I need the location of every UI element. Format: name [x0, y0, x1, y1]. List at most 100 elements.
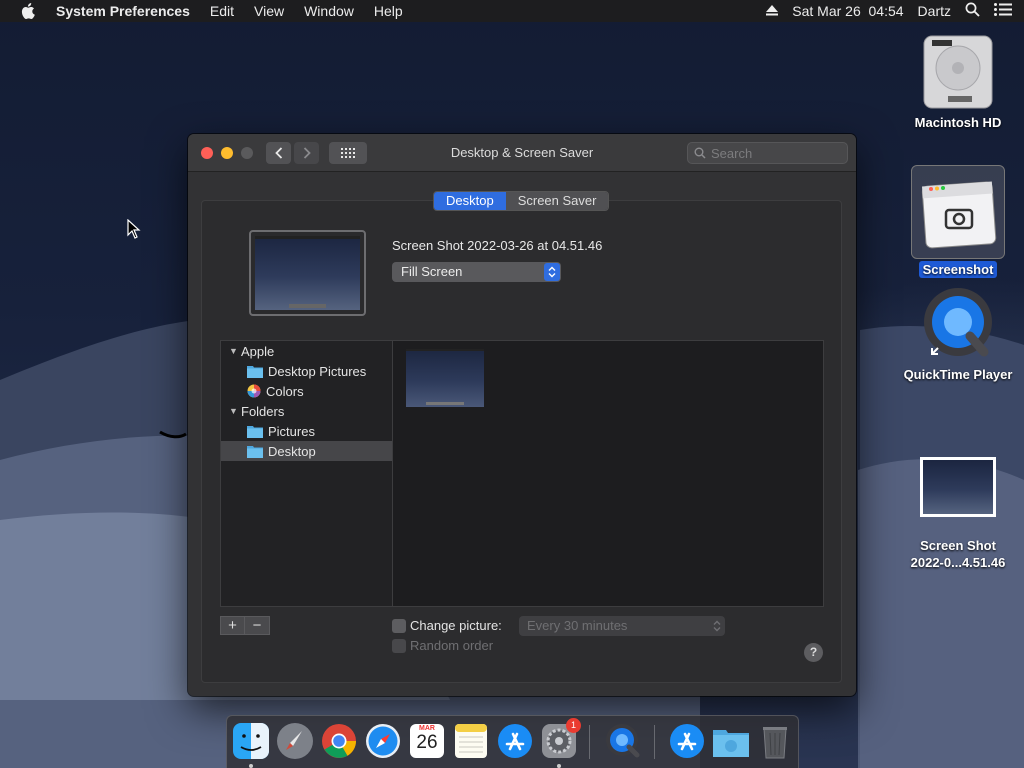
screenshot-icon-selection [911, 165, 1005, 259]
disclosure-triangle-icon[interactable]: ▼ [229, 346, 239, 356]
random-order-checkbox[interactable] [392, 639, 406, 653]
sidebar-item-desktop[interactable]: Desktop [221, 441, 392, 461]
running-indicator [557, 764, 561, 768]
folder-add-remove-buttons: + − [220, 616, 270, 636]
change-picture-checkbox[interactable] [392, 619, 406, 633]
color-wheel-icon [247, 384, 261, 398]
help-button[interactable]: ? [804, 643, 823, 662]
menu-edit[interactable]: Edit [200, 0, 244, 22]
chevron-left-icon [274, 147, 282, 159]
change-interval-popup[interactable]: Every 30 minutes [519, 616, 725, 636]
hard-drive-icon [923, 35, 993, 109]
desktop-icon-label-selected: Screenshot [918, 261, 998, 278]
window-titlebar[interactable]: Desktop & Screen Saver Search [188, 134, 856, 172]
dock-quicktime-icon[interactable] [604, 722, 642, 760]
forward-button[interactable] [294, 142, 319, 164]
search-placeholder: Search [711, 145, 753, 161]
tab-desktop[interactable]: Desktop [434, 192, 506, 210]
tab-segmented-control: Desktop Screen Saver [433, 191, 610, 211]
search-field[interactable]: Search [687, 142, 848, 164]
desktop-icon-label-line2: 2022-0...4.51.46 [910, 555, 1006, 570]
dock-safari-icon[interactable] [364, 722, 402, 760]
spotlight-search-icon[interactable] [965, 2, 980, 20]
system-preferences-window: Desktop & Screen Saver Search Desktop Sc… [188, 134, 856, 696]
fit-mode-value: Fill Screen [401, 264, 463, 279]
dock-downloads-folder-icon[interactable] [712, 722, 750, 760]
chevron-right-icon [303, 147, 311, 159]
sidebar-item-colors[interactable]: Colors [221, 381, 392, 401]
dock-separator [654, 725, 655, 759]
add-folder-button[interactable]: + [220, 616, 245, 635]
picture-grid [392, 340, 824, 607]
sidebar-item-pictures[interactable]: Pictures [221, 421, 392, 441]
calendar-day: 26 [416, 732, 438, 753]
chevron-updown-icon [544, 263, 560, 281]
dock-chrome-icon[interactable] [320, 722, 358, 760]
menubar-user[interactable]: Dartz [918, 3, 951, 19]
sidebar-group-folders[interactable]: ▼ Folders [221, 401, 392, 421]
folder-icon [247, 445, 263, 458]
notification-center-icon[interactable] [994, 3, 1012, 19]
desktop-icon-screenshot[interactable]: Screenshot [903, 165, 1013, 278]
random-order-label: Random order [410, 638, 494, 653]
picture-name: Screen Shot 2022-03-26 at 04.51.46 [392, 238, 603, 253]
disclosure-triangle-icon[interactable]: ▼ [229, 406, 239, 416]
dock-app-store-icon[interactable] [496, 722, 534, 760]
dock-notes-icon[interactable] [452, 722, 490, 760]
folder-icon [247, 365, 263, 378]
show-all-button[interactable] [329, 142, 367, 164]
sidebar-item-label: Desktop Pictures [268, 363, 367, 379]
fit-mode-popup[interactable]: Fill Screen [392, 262, 561, 282]
search-icon [694, 147, 706, 159]
menu-bar: System Preferences Edit View Window Help… [0, 0, 1024, 22]
grid-icon [341, 148, 355, 158]
remove-folder-button[interactable]: − [245, 616, 270, 635]
folder-icon [247, 425, 263, 438]
desktop-icon-label: QuickTime Player [903, 367, 1013, 382]
sidebar-item-label: Pictures [268, 423, 315, 439]
screenshot-camera-icon [921, 181, 997, 249]
desktop-icon-label: Macintosh HD [914, 115, 1002, 130]
sidebar-group-apple[interactable]: ▼ Apple [221, 341, 392, 361]
dock-applications-folder-icon[interactable] [668, 722, 706, 760]
desktop-icon-screenshot-file[interactable]: Screen Shot 2022-0...4.51.46 [903, 457, 1013, 571]
dock-calendar-icon[interactable]: MAR 26 [408, 722, 446, 760]
desktop-icon-macintosh-hd[interactable]: Macintosh HD [903, 30, 1013, 131]
chevron-updown-icon [713, 620, 721, 632]
desktop-icon-quicktime[interactable]: QuickTime Player [903, 284, 1013, 383]
menu-view[interactable]: View [244, 0, 294, 22]
sidebar-item-label: Desktop [268, 443, 316, 459]
running-indicator [249, 764, 253, 768]
change-interval-value: Every 30 minutes [527, 618, 628, 633]
quicktime-icon [924, 288, 992, 357]
picture-thumbnail[interactable] [406, 349, 484, 407]
notification-badge: 1 [566, 718, 581, 733]
tab-screen-saver[interactable]: Screen Saver [505, 192, 609, 210]
back-button[interactable] [266, 142, 291, 164]
change-picture-label: Change picture: [410, 618, 502, 633]
dock-separator [589, 725, 590, 759]
dock-system-preferences-icon[interactable]: 1 [540, 718, 581, 768]
close-window-button[interactable] [201, 147, 213, 159]
sidebar-item-label: Colors [266, 383, 304, 399]
dock-finder-icon[interactable] [232, 722, 270, 768]
dock: MAR 26 1 [226, 715, 799, 768]
mouse-pointer-icon [127, 219, 141, 239]
dock-launchpad-icon[interactable] [276, 722, 314, 760]
dock-trash-icon[interactable] [756, 722, 794, 760]
menu-help[interactable]: Help [364, 0, 413, 22]
sidebar-group-label: Apple [241, 343, 275, 359]
menubar-clock[interactable]: Sat Mar 26 04:54 [792, 3, 903, 19]
sidebar-item-desktop-pictures[interactable]: Desktop Pictures [221, 361, 392, 381]
eject-icon[interactable] [766, 3, 779, 19]
source-sidebar: ▼ Apple Desktop Pictures Colors ▼ Folder… [220, 340, 392, 607]
file-thumbnail [920, 457, 996, 517]
current-picture-preview [249, 230, 366, 316]
sidebar-group-label: Folders [241, 403, 285, 419]
zoom-window-button[interactable] [241, 147, 253, 159]
menu-window[interactable]: Window [294, 0, 364, 22]
calendar-month: MAR [419, 725, 435, 732]
minimize-window-button[interactable] [221, 147, 233, 159]
menu-app-name[interactable]: System Preferences [56, 0, 200, 22]
apple-menu-icon[interactable] [0, 0, 56, 22]
